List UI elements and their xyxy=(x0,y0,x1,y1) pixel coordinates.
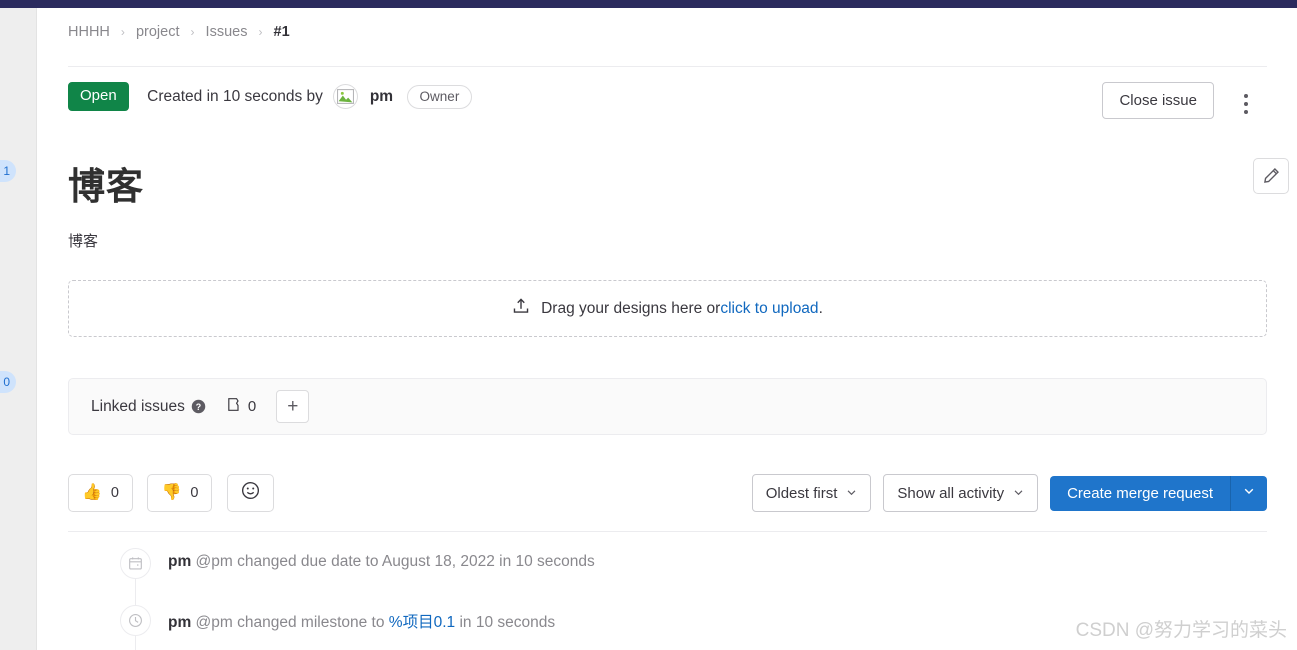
activity-author[interactable]: pm xyxy=(168,553,191,570)
close-issue-button[interactable]: Close issue xyxy=(1102,82,1214,119)
thumbs-down-icon: 👎 xyxy=(161,484,182,501)
status-badge: Open xyxy=(68,82,129,111)
activity-body: @pm changed due date to August 18, 2022 … xyxy=(191,553,595,570)
page-title: 博客 xyxy=(68,166,144,207)
activity-toolbar: 👍 0 👎 0 Oldest first Show all activity C… xyxy=(68,474,1267,514)
divider xyxy=(68,66,1267,67)
timeline-connector xyxy=(135,636,136,650)
broken-image-icon xyxy=(333,84,359,109)
issue-description: 博客 xyxy=(68,233,99,250)
activity-filter-dropdown[interactable]: Show all activity xyxy=(883,474,1039,512)
sidebar-badge-issues[interactable]: 1 xyxy=(0,160,16,182)
click-to-upload-link[interactable]: click to upload xyxy=(720,300,818,318)
issue-status-row: Open Created in 10 seconds by pm Owner C… xyxy=(68,82,1267,130)
thumbs-up-count: 0 xyxy=(110,485,119,501)
activity-author[interactable]: pm xyxy=(168,614,191,631)
pencil-icon xyxy=(1254,167,1288,184)
breadcrumb-item-project[interactable]: project xyxy=(136,24,180,40)
upload-icon xyxy=(512,297,541,320)
linked-issues-header: Linked issues ? 0 + xyxy=(69,379,1266,434)
vertical-dots-icon[interactable] xyxy=(1233,87,1259,119)
activity-text: pm @pm changed due date to August 18, 20… xyxy=(168,553,595,571)
milestone-link[interactable]: %项目0.1 xyxy=(389,614,455,631)
breadcrumb-item-issue-number[interactable]: #1 xyxy=(274,24,290,40)
sort-dropdown-label: Oldest first xyxy=(765,484,838,502)
add-linked-issue-button[interactable]: + xyxy=(276,390,310,423)
divider xyxy=(68,531,1267,532)
watermark: CSDN @努力学习的菜头 xyxy=(1075,620,1287,641)
chevron-down-icon xyxy=(1243,484,1255,502)
author-name[interactable]: pm xyxy=(370,88,393,106)
created-text: Created in 10 seconds by xyxy=(147,87,323,105)
breadcrumb-separator: › xyxy=(190,25,195,39)
svg-text:?: ? xyxy=(196,402,201,412)
left-sidebar[interactable]: 1 0 xyxy=(0,8,37,650)
activity-text: pm @pm changed milestone to %项目0.1 in 10… xyxy=(168,610,555,632)
linked-issues-count-group: 0 xyxy=(226,397,256,417)
activity-item: pm @pm changed due date to August 18, 20… xyxy=(68,540,1267,605)
create-merge-request-dropdown-toggle[interactable] xyxy=(1231,475,1267,511)
question-circle-icon[interactable]: ? xyxy=(191,399,206,414)
dropzone-content: Drag your designs here or click to uploa… xyxy=(512,297,823,320)
add-reaction-button[interactable] xyxy=(226,474,274,512)
linked-issues-panel: Linked issues ? 0 + xyxy=(68,378,1267,435)
clock-icon xyxy=(120,605,151,636)
linked-issues-count: 0 xyxy=(247,398,257,415)
chevron-down-icon xyxy=(1013,485,1024,502)
sort-dropdown[interactable]: Oldest first xyxy=(751,474,872,512)
activity-body-before: @pm changed milestone to xyxy=(191,614,389,631)
role-badge: Owner xyxy=(406,84,473,109)
thumbs-up-reaction-button[interactable]: 👍 0 xyxy=(68,474,133,512)
thumbs-down-reaction-button[interactable]: 👎 0 xyxy=(147,474,213,512)
activity-body-after: in 10 seconds xyxy=(455,614,556,631)
activity-filter-label: Show all activity xyxy=(897,484,1005,502)
breadcrumb: HHHH › project › Issues › #1 xyxy=(68,24,290,40)
breadcrumb-item-issues[interactable]: Issues xyxy=(206,24,248,40)
issue-page: 1 0 HHHH › project › Issues › #1 Open Cr… xyxy=(0,0,1297,650)
calendar-icon xyxy=(120,548,151,579)
dropzone-text-suffix: . xyxy=(818,299,823,317)
thumbs-down-count: 0 xyxy=(190,485,199,501)
linked-issues-label: Linked issues xyxy=(91,397,185,415)
dropzone-text: Drag your designs here or xyxy=(541,299,721,317)
create-merge-request-split-button: Create merge request xyxy=(1050,475,1267,511)
breadcrumb-item-group[interactable]: HHHH xyxy=(68,24,110,40)
activity-controls: Oldest first Show all activity Create me… xyxy=(740,474,1267,512)
design-upload-dropzone[interactable]: Drag your designs here or click to uploa… xyxy=(68,280,1267,337)
edit-issue-button[interactable] xyxy=(1253,158,1289,194)
chevron-down-icon xyxy=(846,485,857,502)
create-merge-request-button[interactable]: Create merge request xyxy=(1050,475,1231,511)
sidebar-badge-merge-requests[interactable]: 0 xyxy=(0,371,16,393)
breadcrumb-separator: › xyxy=(258,25,263,39)
thumbs-up-icon: 👍 xyxy=(82,484,102,501)
smiley-face-icon xyxy=(241,481,260,505)
issue-icon xyxy=(226,397,241,417)
top-navigation-bar xyxy=(0,0,1297,8)
main-content: HHHH › project › Issues › #1 Open Create… xyxy=(38,8,1297,650)
breadcrumb-separator: › xyxy=(120,25,125,39)
